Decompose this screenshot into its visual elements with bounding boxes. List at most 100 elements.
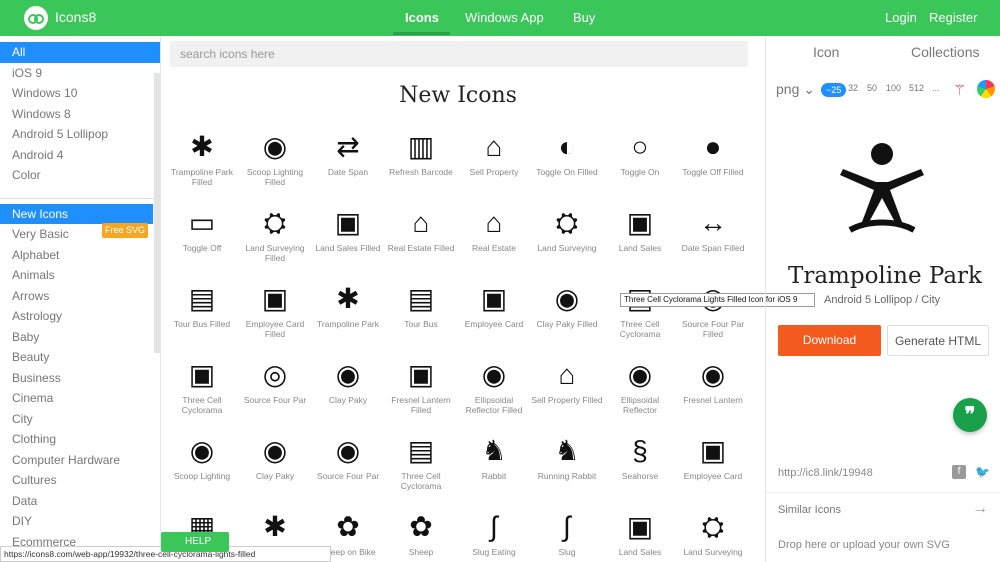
icon-tile[interactable]: ▤ Tour Bus: [385, 272, 457, 348]
icon-caption: Toggle On: [620, 167, 660, 177]
icon-tile[interactable]: ⛭ Land Surveying: [531, 196, 603, 272]
icon-tile[interactable]: ∫ Slug Eating: [458, 500, 530, 562]
icon-tile[interactable]: ⛭ Land Surveying Filled: [239, 196, 311, 272]
icon-tile[interactable]: ◉ Scoop Lighting: [166, 424, 238, 500]
short-link[interactable]: http://ic8.link/19948: [778, 467, 873, 479]
icon-tile[interactable]: ◉ Scoop Lighting Filled: [239, 120, 311, 196]
icon-tile[interactable]: ▤Three Cell Cyclorama: [385, 424, 457, 500]
nav-icons[interactable]: Icons: [405, 10, 439, 25]
sidebar-platform-windows10[interactable]: Windows 10: [0, 83, 160, 104]
sidebar-category-animals[interactable]: Animals: [0, 265, 160, 286]
grid-icon: ▣: [334, 207, 362, 238]
icon-tile[interactable]: ♞ Rabbit: [458, 424, 530, 500]
sidebar-category-cinema[interactable]: Cinema: [0, 388, 160, 409]
sidebar-category-astrology[interactable]: Astrology: [0, 306, 160, 327]
icon-tile[interactable]: ♞ Running Rabbit: [531, 424, 603, 500]
icon-tile[interactable]: ▣ Three Cell Cyclorama: [166, 348, 238, 424]
tab-icon[interactable]: Icon: [813, 44, 839, 64]
icon-tile[interactable]: ▣ Employee Card: [458, 272, 530, 348]
sidebar-platform-windows8[interactable]: Windows 8: [0, 104, 160, 125]
magic-wand-icon[interactable]: ⚚: [953, 81, 971, 99]
sidebar-platform-android4[interactable]: Android 4: [0, 145, 160, 166]
sidebar-scrollbar[interactable]: [154, 73, 160, 353]
icon-tile[interactable]: ▥ Refresh Barcode: [385, 120, 457, 196]
sidebar-category-alphabet[interactable]: Alphabet: [0, 245, 160, 266]
twitter-icon[interactable]: 🐦: [975, 465, 990, 479]
similar-icons-row[interactable]: Similar Icons →: [766, 492, 1000, 528]
size-option-25[interactable]: ~25: [821, 83, 847, 97]
brand-name[interactable]: Icons8: [55, 9, 96, 25]
sidebar-category-business[interactable]: Business: [0, 368, 160, 389]
icon-tile[interactable]: ⌂ Real Estate Filled: [385, 196, 457, 272]
icon-tile[interactable]: ○ Toggle On: [604, 120, 676, 196]
download-button[interactable]: Download: [778, 325, 881, 356]
size-option-100[interactable]: 100: [886, 83, 901, 93]
sidebar-category-diy[interactable]: DIY: [0, 511, 160, 532]
icon-tile[interactable]: ◉ Fresnel Lantern: [677, 348, 749, 424]
icon-tile[interactable]: ◉ Clay Paky: [312, 348, 384, 424]
help-button[interactable]: HELP: [161, 532, 229, 552]
icons8-logo-icon[interactable]: [24, 6, 48, 30]
icon-tile[interactable]: ✱ Trampoline Park: [312, 272, 384, 348]
sidebar-category-new-icons[interactable]: New Icons: [0, 203, 153, 224]
icon-tile[interactable]: ⌂ Sell Property Filled: [531, 348, 603, 424]
color-picker-icon[interactable]: [977, 80, 995, 98]
icon-tile[interactable]: § Seahorse: [604, 424, 676, 500]
icon-tile[interactable]: ⇄ Date Span: [312, 120, 384, 196]
size-option-32[interactable]: 32: [848, 83, 858, 93]
icon-tile[interactable]: ▤Three Cell Cyclorama: [604, 272, 676, 348]
icon-tile[interactable]: ⛭ Land Surveying: [677, 500, 749, 562]
icon-tile[interactable]: ◐ Toggle On Filled: [531, 120, 603, 196]
sidebar-category-cultures[interactable]: Cultures: [0, 470, 160, 491]
icon-tile[interactable]: ▤ Tour Bus Filled: [166, 272, 238, 348]
sidebar-category-baby[interactable]: Baby: [0, 327, 160, 348]
icon-tile[interactable]: ◉ Ellipsoidal Reflector Filled: [458, 348, 530, 424]
size-option-more[interactable]: ...: [932, 83, 940, 93]
tab-collections[interactable]: Collections: [911, 44, 979, 64]
icon-tile[interactable]: ⌂ Sell Property: [458, 120, 530, 196]
sidebar-platform-ios9[interactable]: iOS 9: [0, 63, 160, 84]
icon-tile[interactable]: ● Toggle Off Filled: [677, 120, 749, 196]
icon-tile[interactable]: ✱ Trampoline Park Filled: [166, 120, 238, 196]
icon-tile[interactable]: ▣ Fresnel Lantern Filled: [385, 348, 457, 424]
icon-tile[interactable]: ⌂ Real Estate: [458, 196, 530, 272]
icon-tile[interactable]: ◉Source Four Par Filled: [677, 272, 749, 348]
sidebar-platform-android5[interactable]: Android 5 Lollipop: [0, 124, 160, 145]
icon-tile[interactable]: ▣ Land Sales: [604, 500, 676, 562]
generate-html-button[interactable]: Generate HTML: [887, 325, 989, 356]
sidebar-category-data[interactable]: Data: [0, 491, 160, 512]
register-link[interactable]: Register: [929, 10, 977, 25]
icon-caption: Clay Paky: [255, 471, 295, 481]
sidebar-category-computer-hardware[interactable]: Computer Hardware: [0, 450, 160, 471]
icon-tile[interactable]: ◎ Source Four Par: [239, 348, 311, 424]
format-select[interactable]: png ⌄: [776, 81, 815, 98]
icon-tile[interactable]: ▭ Toggle Off: [166, 196, 238, 272]
icon-tile[interactable]: ◉ Source Four Par: [312, 424, 384, 500]
icon-tile[interactable]: ▣ Land Sales Filled: [312, 196, 384, 272]
size-option-512[interactable]: 512: [909, 83, 924, 93]
nav-windows-app[interactable]: Windows App: [465, 10, 544, 25]
sidebar-category-beauty[interactable]: Beauty: [0, 347, 160, 368]
icon-tile[interactable]: ◉ Clay Paky Filled: [531, 272, 603, 348]
icon-tile[interactable]: ◉ Clay Paky: [239, 424, 311, 500]
chat-quote-icon[interactable]: ❞: [953, 398, 987, 432]
search-input[interactable]: search icons here: [170, 41, 748, 67]
nav-buy[interactable]: Buy: [573, 10, 595, 25]
sidebar-category-arrows[interactable]: Arrows: [0, 286, 160, 307]
icon-tile[interactable]: ▣ Employee Card: [677, 424, 749, 500]
icon-tile[interactable]: ↔ Date Span Filled: [677, 196, 749, 272]
sidebar-category-clothing[interactable]: Clothing: [0, 429, 160, 450]
facebook-icon[interactable]: f: [952, 465, 966, 479]
icon-caption: Date Span: [327, 167, 369, 177]
sidebar-platform-color[interactable]: Color: [0, 165, 160, 186]
login-link[interactable]: Login: [885, 10, 917, 25]
sidebar-category-city[interactable]: City: [0, 409, 160, 430]
icon-tile[interactable]: ▣ Land Sales: [604, 196, 676, 272]
drop-upload-text[interactable]: Drop here or upload your own SVG: [778, 539, 950, 551]
icon-tile[interactable]: ∫ Slug: [531, 500, 603, 562]
icon-tile[interactable]: ◉ Ellipsoidal Reflector: [604, 348, 676, 424]
size-option-50[interactable]: 50: [867, 83, 877, 93]
icon-tile[interactable]: ▣ Employee Card Filled: [239, 272, 311, 348]
sidebar-platform-all[interactable]: All: [0, 42, 160, 63]
icon-tile[interactable]: ✿ Sheep: [385, 500, 457, 562]
